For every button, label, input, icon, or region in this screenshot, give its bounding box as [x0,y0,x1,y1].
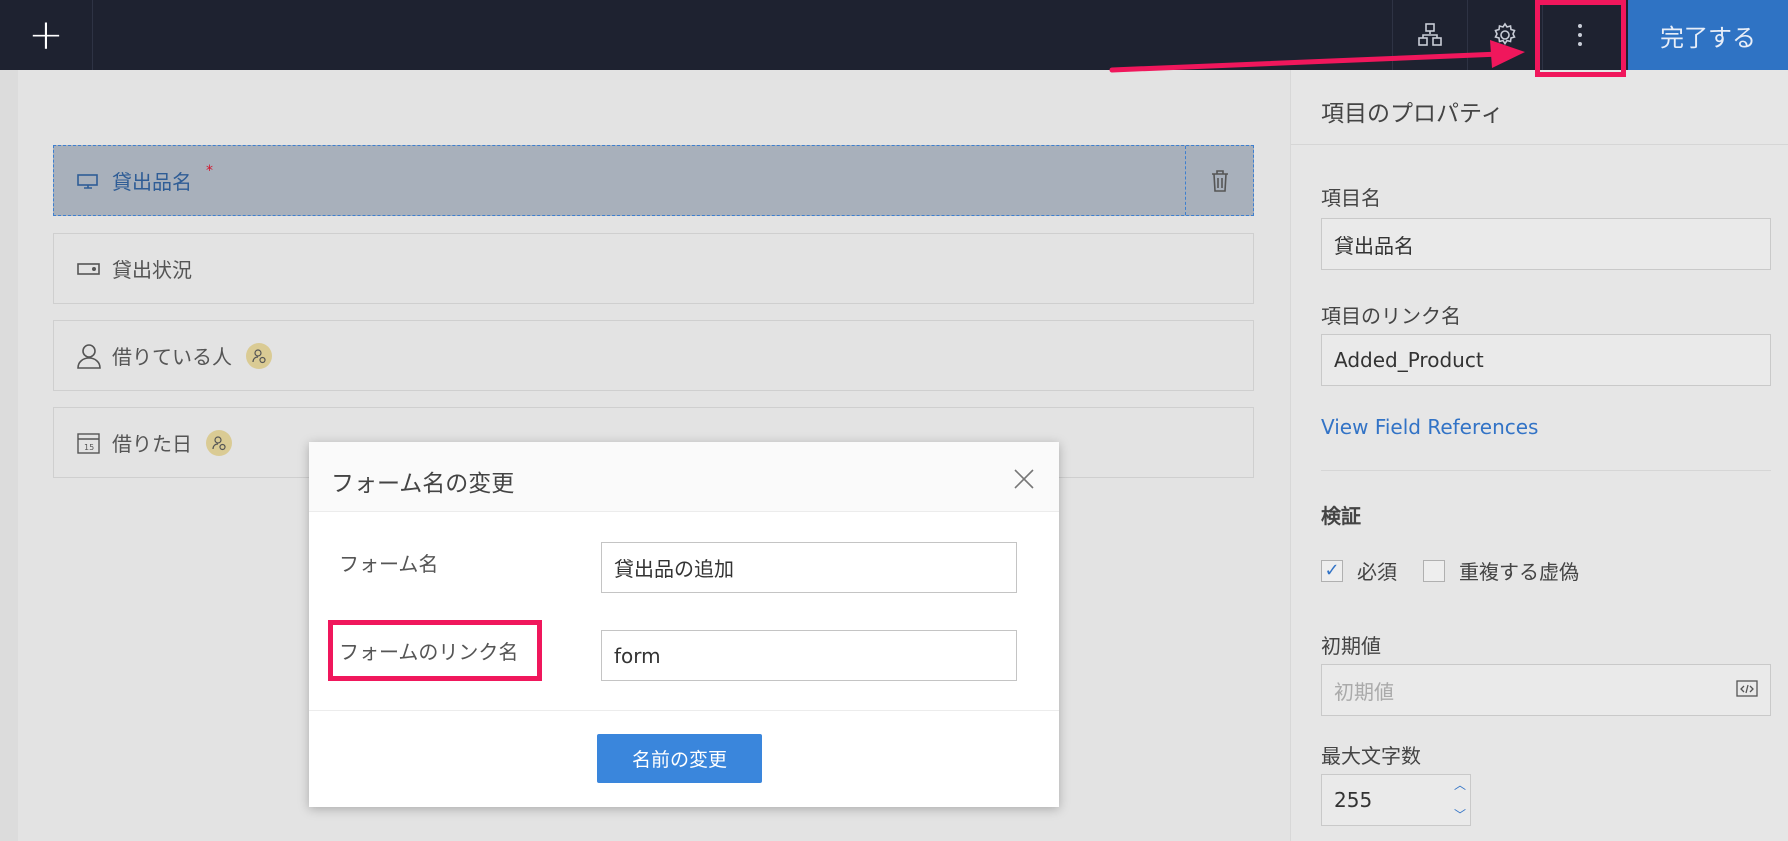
no-duplicate-checkbox[interactable]: 重複する虚偽 [1423,556,1579,585]
field-label: 貸出状況 [112,258,192,282]
field-name-label: 項目名 [1321,186,1381,210]
divider [1321,470,1771,471]
close-icon[interactable] [1013,468,1035,490]
max-chars-value: 255 [1334,788,1373,812]
dropdown-icon [76,256,102,282]
field-label: 借りた日 [112,432,192,456]
embed-code-icon[interactable] [1736,679,1758,699]
dialog-header: フォーム名の変更 [309,442,1059,512]
link-name-input[interactable]: Added_Product [1321,334,1771,386]
add-button[interactable]: + [0,0,93,70]
single-line-icon [76,168,102,194]
field-row-loan-status[interactable]: 貸出状況 [53,233,1254,304]
initial-value-label: 初期値 [1321,634,1381,658]
rename-form-dialog: フォーム名の変更 フォーム名 貸出品の追加 フォームのリンク名 form 名前の… [309,442,1059,807]
field-properties-panel: 項目のプロパティ 項目名 貸出品名 項目のリンク名 Added_Product … [1290,70,1788,841]
checkbox-checked-icon: ✓ [1321,559,1343,582]
calendar-icon: 15 [76,430,102,456]
max-chars-stepper[interactable]: 255 ︿ ﹀ [1321,774,1471,826]
required-checkbox[interactable]: ✓ 必須 [1321,556,1397,585]
user-icon [76,343,102,369]
link-name-label: 項目のリンク名 [1321,304,1461,328]
trash-icon [1211,169,1228,192]
field-label: 借りている人 [112,345,232,369]
rename-button[interactable]: 名前の変更 [597,734,762,783]
field-name-input[interactable]: 貸出品名 [1321,218,1771,270]
personal-data-icon [246,342,272,369]
form-name-input[interactable]: 貸出品の追加 [601,542,1017,593]
field-row-borrower[interactable]: 借りている人 [53,320,1254,391]
checkbox-empty-icon [1423,559,1445,582]
required-label: 必須 [1357,560,1397,584]
chevron-up-icon[interactable]: ︿ [1454,779,1466,791]
dialog-title: フォーム名の変更 [331,471,515,497]
left-edge-strip [0,70,18,841]
field-row-item-name[interactable]: 貸出品名 * [53,145,1254,216]
max-chars-label: 最大文字数 [1321,744,1421,768]
initial-value-input[interactable]: 初期値 [1321,664,1771,716]
initial-value-placeholder: 初期値 [1334,679,1394,704]
personal-data-icon [206,429,232,456]
delete-field-button[interactable] [1185,146,1253,215]
no-duplicate-label: 重複する虚偽 [1459,560,1579,584]
more-vertical-icon [1578,24,1582,46]
annotation-arrow-icon [1109,40,1525,73]
field-label: 貸出品名 [112,170,192,194]
divider [1291,144,1788,145]
required-mark: * [206,162,213,179]
view-field-references-link[interactable]: View Field References [1321,415,1538,439]
validation-title: 検証 [1321,504,1361,528]
dialog-footer-divider [309,710,1059,711]
more-menu-button[interactable] [1542,0,1617,70]
done-button[interactable]: 完了する [1628,0,1788,70]
form-link-name-label: フォームのリンク名 [339,640,519,664]
form-name-label: フォーム名 [339,552,439,576]
svg-text:15: 15 [84,443,94,452]
form-link-name-input[interactable]: form [601,630,1017,681]
chevron-down-icon[interactable]: ﹀ [1454,809,1466,821]
panel-title: 項目のプロパティ [1321,101,1504,127]
